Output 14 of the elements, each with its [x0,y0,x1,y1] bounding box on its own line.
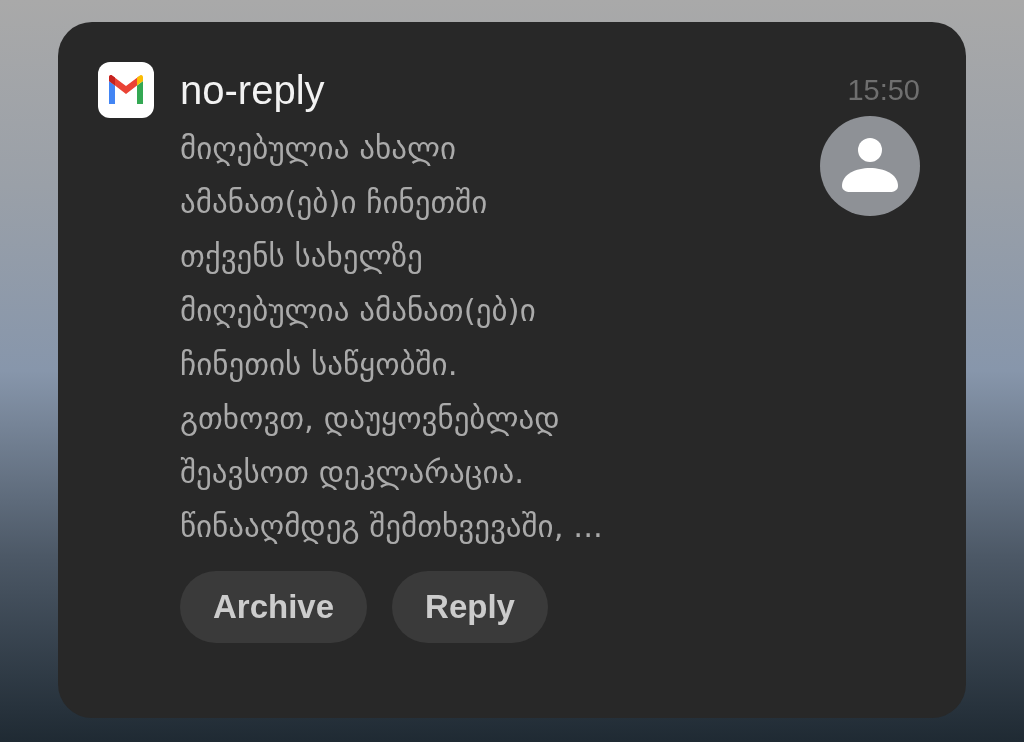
message-line: ამანათ(ებ)ი ჩინეთში [180,183,488,222]
gmail-icon [98,62,154,118]
timestamp: 15:50 [847,73,920,108]
message-line: წინააღმდეგ შემთხვევაში, ... [180,507,603,546]
sender-name: no-reply [180,67,325,114]
message-line: თქვენს სახელზე [180,237,423,276]
message-line: შეავსოთ დეკლარაცია. [180,453,525,492]
notification-card[interactable]: no-reply მიღებულია ახალი ამანათ(ებ)ი ჩინეთში თქვენს სახელზე მიღებულია ამანათ(ებ)ი ჩინეთის საწყობში. გთხოვთ, დაუყოვნებლად შეავსოთ დეკლარაცია. წინააღმდეგ შემთხვევაში, ... Archive Reply 15:50 [58,22,966,718]
message-line: გთხოვთ, დაუყოვნებლად [180,399,560,438]
message-line: მიღებულია ახალი [180,129,456,168]
message-line: მიღებულია ამანათ(ებ)ი [180,291,536,330]
action-button[interactable]: Reply [392,571,548,643]
message-line: ჩინეთის საწყობში. [180,345,458,384]
action-button[interactable]: Archive [180,571,368,643]
